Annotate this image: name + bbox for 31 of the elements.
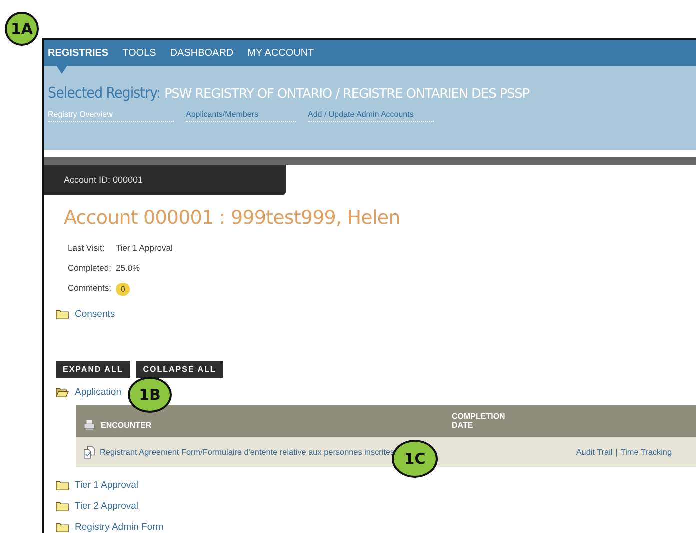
- registry-label: Selected Registry:: [48, 84, 160, 102]
- detail-value: Tier 1 Approval: [116, 243, 173, 253]
- detail-label: Completed:: [68, 263, 112, 273]
- registry-name: PSW REGISTRY OF ONTARIO / REGISTRE ONTARIEN DES PSSP: [164, 87, 530, 102]
- detail-label: Comments:: [68, 283, 112, 295]
- comment-count-bubble[interactable]: 0: [116, 283, 130, 296]
- account-title: Account 000001 : 999test999, Helen: [64, 207, 402, 229]
- nav-menu-item[interactable]: DASHBOARD: [170, 48, 234, 58]
- detail-value: 25.0%: [116, 263, 142, 273]
- detail-label: Last Visit:: [68, 243, 106, 253]
- callout-badge: 1B: [128, 377, 172, 413]
- link-separator: |: [616, 448, 618, 456]
- encounter-link[interactable]: Registrant Agreement Form/Formulaire d'entente relative aux personnes inscrites: [100, 448, 395, 456]
- subnav-link[interactable]: Applicants/Members: [186, 110, 296, 122]
- folder-link[interactable]: Tier 1 Approval: [75, 480, 139, 491]
- column-header: COMPLETION DATE: [452, 412, 506, 430]
- toggle-all-button[interactable]: EXPAND ALL: [56, 361, 130, 378]
- folder-link[interactable]: Tier 2 Approval: [75, 501, 139, 512]
- subnav-link[interactable]: Add / Update Admin Accounts: [308, 110, 434, 122]
- row-action-link[interactable]: Audit Trail: [576, 448, 613, 456]
- nav-menu-item[interactable]: MY ACCOUNT: [248, 48, 314, 58]
- nav-menu-item[interactable]: TOOLS: [122, 48, 156, 58]
- row-action-link[interactable]: Time Tracking: [620, 448, 672, 456]
- document-icon: [84, 446, 95, 458]
- folder-link[interactable]: Registry Admin Form: [75, 522, 164, 533]
- callout-badge: 1A: [5, 12, 39, 46]
- folder-link[interactable]: Consents: [75, 309, 116, 320]
- toggle-all-button[interactable]: COLLAPSE ALL: [136, 361, 224, 378]
- printer-icon[interactable]: [84, 420, 95, 430]
- column-header: ENCOUNTER: [101, 420, 152, 430]
- folder-link[interactable]: Application: [75, 387, 122, 398]
